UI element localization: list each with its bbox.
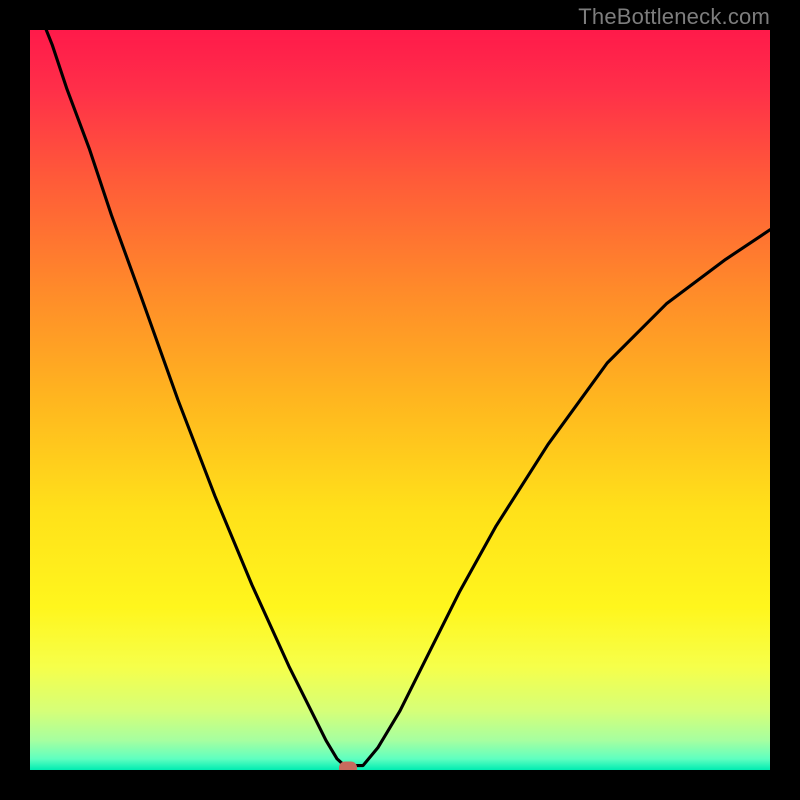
- attribution-text: TheBottleneck.com: [578, 4, 770, 30]
- chart-plot-area: [30, 30, 770, 770]
- reference-point-dot: [339, 761, 357, 770]
- chart-frame: TheBottleneck.com: [0, 0, 800, 800]
- chart-curve: [30, 30, 770, 770]
